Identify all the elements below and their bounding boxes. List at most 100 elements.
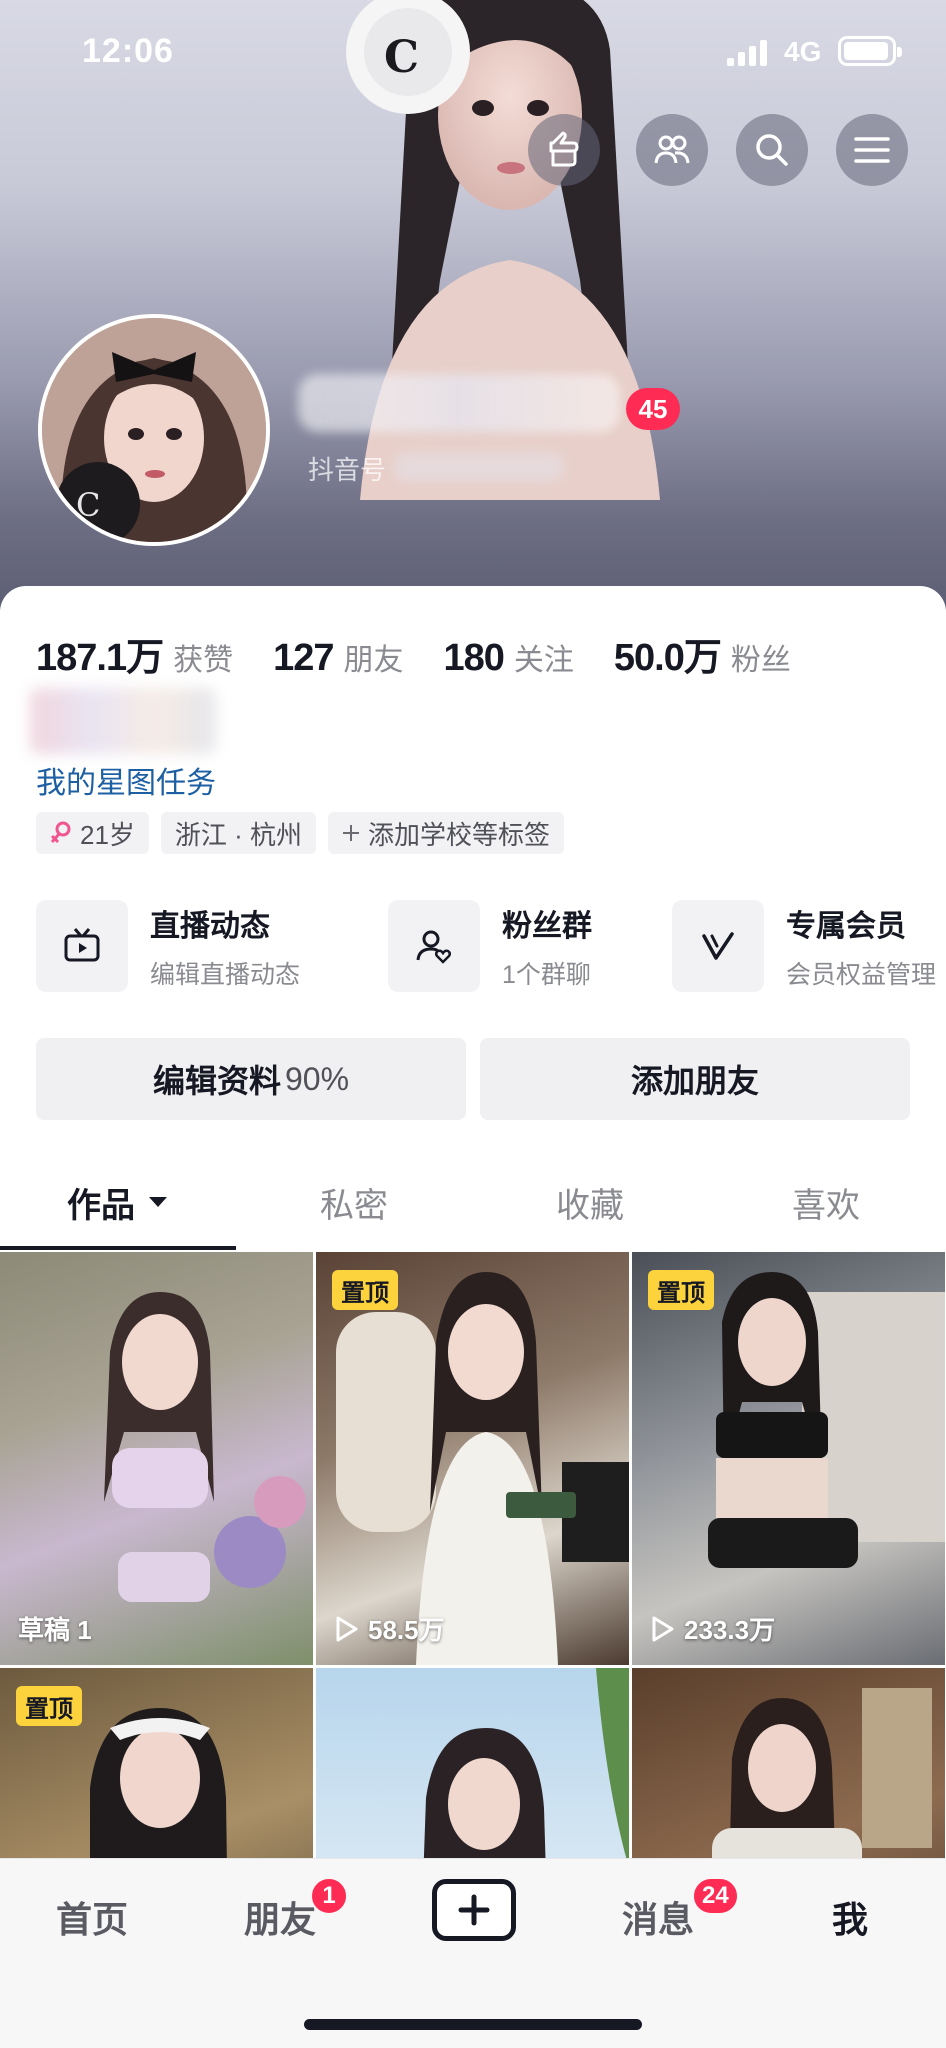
play-icon [336, 1616, 358, 1641]
video-thumbnail[interactable]: 置顶 233.3万 [632, 1252, 945, 1665]
avatar-photo: C [42, 318, 266, 542]
nickname-blurred [298, 374, 620, 432]
stat-friends[interactable]: 127 朋友 [273, 635, 403, 680]
profile-cover[interactable]: C 12:06 4G C 45 抖音号 [0, 0, 946, 610]
tab-private-label: 私密 [320, 1186, 388, 1225]
friends-button[interactable] [636, 114, 708, 186]
stat-followers-label: 粉丝 [730, 644, 791, 677]
douyin-id-label: 抖音号 [308, 455, 387, 485]
stat-followers[interactable]: 50.0万 粉丝 [614, 626, 791, 681]
stats-row: 187.1万 获赞 127 朋友 180 关注 50.0万 粉丝 [36, 626, 831, 681]
tab-favorites[interactable]: 收藏 [472, 1160, 708, 1244]
play-count: 233.3万 [684, 1615, 776, 1645]
tab-likes-label: 喜欢 [792, 1186, 860, 1225]
vip-membership-title: 专属会员 [786, 910, 906, 943]
menu-button[interactable] [836, 114, 908, 186]
thumbnail-image [104, 1292, 306, 1602]
add-tag-button[interactable]: 添加学校等标签 [328, 812, 565, 854]
video-thumbnail[interactable]: 草稿 1 [0, 1252, 313, 1665]
live-updates-shortcut[interactable]: 直播动态 编辑直播动态 [36, 898, 300, 994]
vip-membership-subtitle: 会员权益管理 [786, 961, 937, 989]
stat-likes-label: 获赞 [173, 644, 234, 677]
friends-notification-badge: 1 [310, 1877, 348, 1915]
fan-group-title: 粉丝群 [502, 910, 592, 943]
edit-profile-label: 编辑资料 [152, 1063, 281, 1099]
nav-home[interactable]: 首页 [56, 1891, 128, 1943]
search-button[interactable] [736, 114, 808, 186]
svg-text:C: C [76, 486, 100, 524]
stat-friends-value: 127 [273, 637, 334, 679]
stat-likes[interactable]: 187.1万 获赞 [36, 626, 233, 681]
video-caption: 233.3万 [650, 1610, 775, 1647]
fan-group-shortcut[interactable]: 粉丝群 1个群聊 [388, 898, 592, 994]
draft-count: 草稿 1 [18, 1615, 92, 1645]
create-post-button[interactable] [432, 1879, 516, 1941]
age-tag-text: 21岁 [80, 819, 135, 850]
hand-pointing-icon [549, 131, 579, 167]
add-friends-button[interactable]: 添加朋友 [480, 1038, 910, 1120]
nav-messages[interactable]: 消息 [622, 1891, 694, 1943]
nav-me[interactable]: 我 [832, 1891, 868, 1943]
star-task-link[interactable]: 我的星图任务 [36, 758, 216, 802]
stat-followers-value: 50.0万 [613, 637, 722, 679]
edit-profile-button[interactable]: 编辑资料 90% [36, 1038, 466, 1120]
avatar[interactable]: C [38, 314, 270, 546]
female-icon [50, 821, 72, 845]
stat-likes-value: 187.1万 [36, 637, 164, 679]
pinned-badge: 置顶 [16, 1686, 82, 1726]
play-count: 58.5万 [368, 1615, 445, 1645]
tab-works[interactable]: 作品 [0, 1160, 236, 1244]
tv-icon [36, 900, 128, 992]
video-caption: 草稿 1 [18, 1610, 92, 1647]
vip-v-icon [672, 900, 764, 992]
thumbnail-image [708, 1272, 945, 1568]
status-bar: 12:06 4G [0, 0, 946, 100]
live-updates-subtitle: 编辑直播动态 [150, 961, 301, 989]
level-badge: 45 [626, 388, 680, 430]
profile-card: 187.1万 获赞 127 朋友 180 关注 50.0万 粉丝 我的星图任务 [0, 586, 946, 2048]
tab-likes[interactable]: 喜欢 [708, 1160, 944, 1244]
tab-favorites-label: 收藏 [556, 1186, 624, 1225]
stat-friends-label: 朋友 [343, 644, 404, 677]
tab-private[interactable]: 私密 [236, 1160, 472, 1244]
stat-following-value: 180 [443, 637, 505, 679]
plus-icon [458, 1894, 490, 1926]
fan-group-subtitle: 1个群聊 [502, 961, 591, 989]
play-icon [652, 1616, 674, 1641]
messages-notification-badge: 24 [692, 1877, 739, 1915]
thumbnail-image [336, 1272, 629, 1665]
plus-icon [342, 824, 360, 842]
content-tabs: 作品 私密 收藏 喜欢 [0, 1160, 946, 1244]
profile-tags: 21岁 浙江 · 杭州 添加学校等标签 [36, 812, 576, 854]
cellular-signal-icon [727, 40, 767, 66]
vip-membership-shortcut[interactable]: 专属会员 会员权益管理 [672, 898, 936, 994]
profile-actions: 编辑资料 90% 添加朋友 [36, 1038, 910, 1120]
nav-friends[interactable]: 朋友 [244, 1891, 316, 1943]
search-icon [756, 134, 788, 166]
live-updates-title: 直播动态 [150, 910, 270, 943]
status-time: 12:06 [82, 32, 174, 70]
active-tab-indicator [0, 1246, 236, 1250]
age-tag[interactable]: 21岁 [36, 812, 149, 854]
location-tag[interactable]: 浙江 · 杭州 [160, 812, 317, 854]
video-thumbnail[interactable]: 置顶 58.5万 [316, 1252, 629, 1665]
video-caption: 58.5万 [334, 1610, 445, 1647]
people-icon [654, 135, 690, 164]
bottom-navigation: 首页 朋友 1 消息 24 我 [0, 1858, 946, 2048]
home-indicator [304, 2019, 642, 2030]
network-type: 4G [784, 36, 822, 67]
visitors-button[interactable] [528, 114, 600, 186]
feature-shortcuts: 直播动态 编辑直播动态 粉丝群 1个群聊 专属会员 会员权益管理 [36, 898, 946, 994]
add-tag-text: 添加学校等标签 [368, 819, 551, 850]
add-friends-label: 添加朋友 [630, 1063, 759, 1099]
douyin-id-blurred [394, 452, 564, 482]
battery-icon [838, 36, 902, 66]
location-tag-text: 浙江 · 杭州 [174, 819, 303, 850]
pinned-badge: 置顶 [332, 1270, 398, 1310]
hamburger-menu-icon [854, 137, 890, 163]
fan-group-icon [388, 900, 480, 992]
caret-down-icon [149, 1197, 167, 1207]
tab-works-label: 作品 [67, 1186, 135, 1225]
pinned-badge: 置顶 [648, 1270, 714, 1310]
stat-following[interactable]: 180 关注 [444, 635, 574, 680]
